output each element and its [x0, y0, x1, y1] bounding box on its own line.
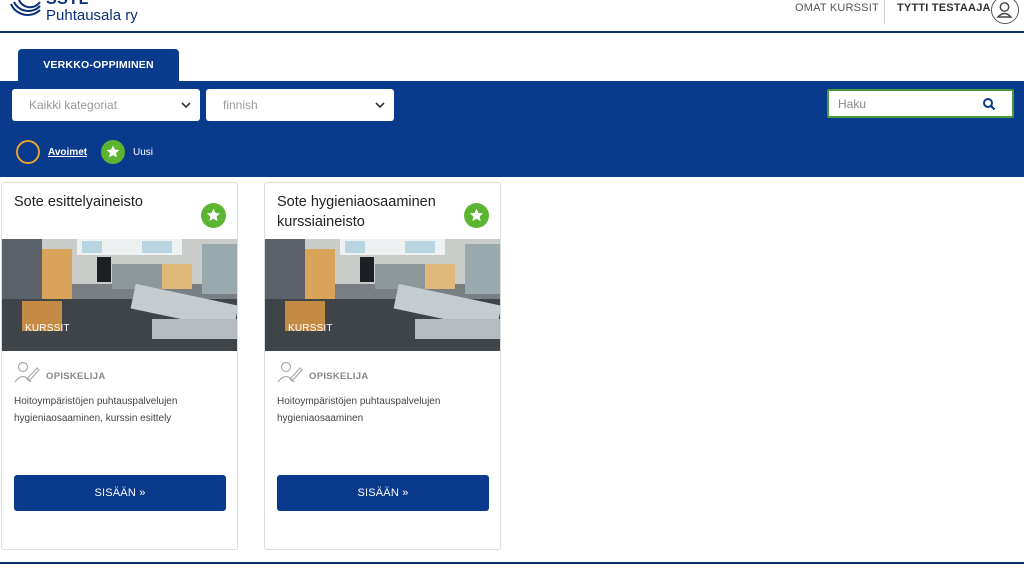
course-image[interactable]: KURSSIT	[2, 239, 237, 351]
course-image[interactable]: KURSSIT	[265, 239, 500, 351]
course-title[interactable]: Sote esittelyaineisto	[14, 192, 194, 212]
category-select-value: Kaikki kategoriat	[29, 98, 118, 112]
star-icon	[201, 203, 226, 228]
search-input[interactable]	[829, 91, 979, 116]
role-label: OPISKELIJA	[309, 371, 369, 382]
open-courses-ring-icon[interactable]	[16, 140, 40, 164]
language-select-value: finnish	[223, 98, 258, 112]
enter-course-button[interactable]: SISÄÄN »	[277, 475, 489, 511]
my-courses-link[interactable]: OMAT KURSSIT	[795, 2, 879, 14]
student-icon	[277, 361, 303, 383]
category-select[interactable]: Kaikki kategoriat	[12, 89, 200, 121]
user-name-link[interactable]: TYTTI TESTAAJA	[897, 2, 991, 14]
new-courses-label: Uusi	[133, 147, 154, 158]
chevron-down-icon	[375, 102, 385, 109]
course-image-label: KURSSIT	[25, 323, 70, 334]
user-glyph-icon	[996, 2, 1013, 18]
site-logo[interactable]: SSTL Puhtausala ry	[8, 0, 168, 30]
star-icon	[464, 203, 489, 228]
nav-divider	[884, 0, 885, 24]
course-card[interactable]: Sote hygieniaosaaminen kurssiaineisto KU…	[264, 182, 501, 550]
search-icon[interactable]	[982, 97, 996, 111]
course-card[interactable]: Sote esittelyaineisto KURSSIT OPISKELIJA	[1, 182, 238, 550]
new-star-icon[interactable]	[101, 140, 125, 164]
open-courses-filter[interactable]: Avoimet	[48, 147, 87, 158]
course-image-label: KURSSIT	[288, 323, 333, 334]
filter-bar: Kaikki kategoriat finnish Avoimet Uusi	[0, 81, 1024, 177]
role-label: OPISKELIJA	[46, 371, 106, 382]
tab-verkko-oppiminen[interactable]: VERKKO-OPPIMINEN	[18, 49, 179, 82]
enter-course-button[interactable]: SISÄÄN »	[14, 475, 226, 511]
course-title[interactable]: Sote hygieniaosaaminen kurssiaineisto	[277, 192, 457, 232]
search-box	[827, 89, 1014, 118]
top-header: SSTL Puhtausala ry OMAT KURSSIT TYTTI TE…	[0, 0, 1024, 33]
footer-divider	[0, 562, 1024, 564]
language-select[interactable]: finnish	[206, 89, 394, 121]
student-icon	[14, 361, 40, 383]
course-description: Hoitoympäristöjen puhtauspalvelujen hygi…	[14, 396, 178, 424]
course-description: Hoitoympäristöjen puhtauspalvelujen hygi…	[277, 396, 441, 424]
user-icon[interactable]	[991, 0, 1019, 24]
logo-arcs-icon	[10, 0, 41, 16]
star-icon	[106, 145, 120, 158]
chevron-down-icon	[181, 102, 191, 109]
logo-subtitle: Puhtausala ry	[46, 7, 138, 24]
